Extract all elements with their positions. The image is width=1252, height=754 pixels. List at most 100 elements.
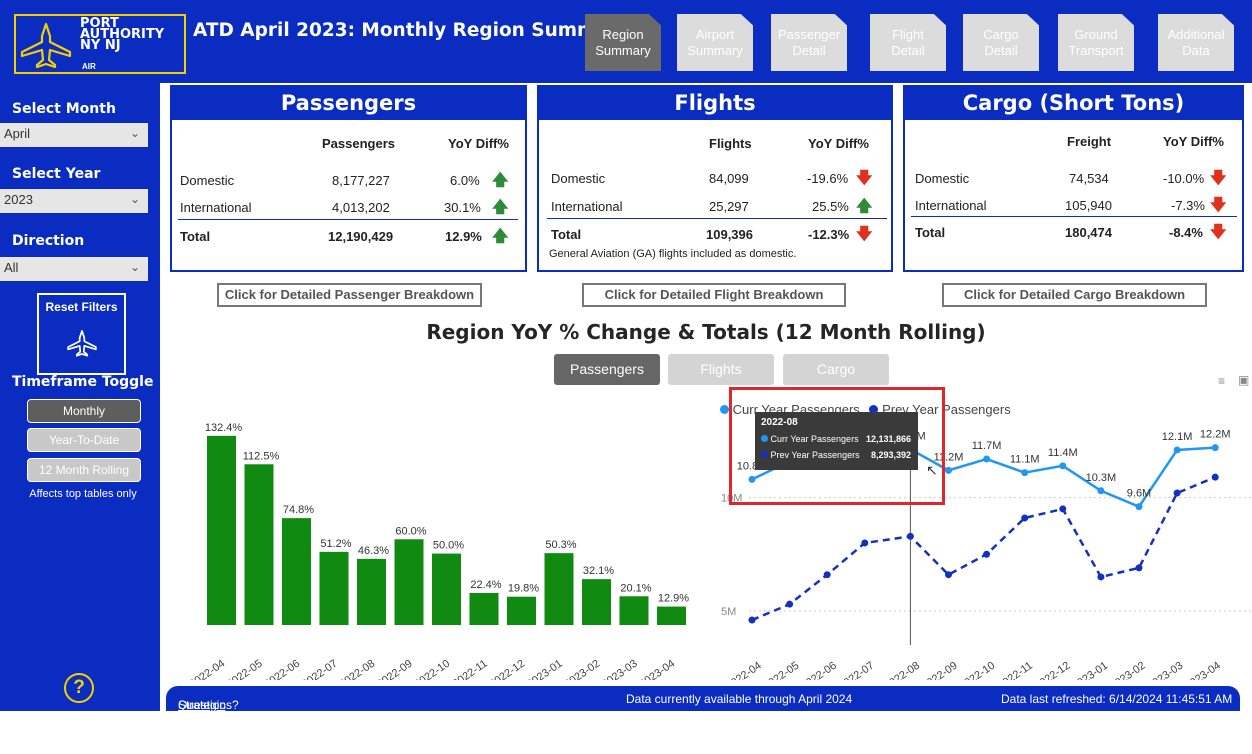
x-tick-label: 2022-05 [761, 660, 801, 680]
arrow-up-icon: 🡅 [492, 172, 509, 189]
x-tick-label: 2022-11 [996, 660, 1035, 680]
x-tick-label: 2023-04 [637, 658, 677, 680]
passengers-toggle[interactable]: Passengers [554, 354, 660, 385]
international-value: 105,940 [1065, 198, 1112, 213]
total-divider [911, 216, 1237, 217]
tab-label-line1: Cargo [983, 26, 1019, 42]
total-yoy: -12.3% [808, 227, 850, 242]
airplane-logo-icon [20, 22, 72, 68]
total-label: Total [551, 227, 582, 242]
bar [207, 435, 236, 625]
tab-label-line2: Transport [1068, 42, 1124, 58]
x-tick-label: 2022-04 [187, 658, 227, 680]
curr-year-point [945, 466, 952, 474]
x-tick-label: 2022-04 [724, 660, 764, 680]
x-tick-label: 2022-07 [300, 658, 340, 680]
bar-data-label: 60.0% [395, 525, 426, 537]
focus-mode-icon[interactable]: ▣ [1238, 373, 1249, 387]
total-value: 180,474 [1065, 225, 1112, 240]
domestic-label: Domestic [915, 171, 970, 186]
prev-year-point [786, 600, 794, 608]
point-data-label: 11.1M [1010, 454, 1040, 466]
bar-data-label: 19.8% [508, 583, 539, 595]
ga-note: General Aviation (GA) flights included a… [549, 248, 797, 260]
prev-year-point [1097, 573, 1105, 581]
curr-legend-marker [720, 405, 729, 414]
passenger-breakdown-button[interactable]: Click for Detailed Passenger Breakdown [217, 283, 482, 307]
help-icon[interactable]: ? [64, 673, 94, 703]
tab-passenger-detail[interactable]: Passenger Detail [771, 14, 847, 71]
direction-dropdown[interactable]: All ⌄ [0, 257, 148, 281]
x-tick-label: 2023-03 [600, 658, 640, 680]
timeframe-12month-button[interactable]: 12 Month Rolling [27, 458, 141, 482]
bar-data-label: 112.5% [243, 450, 280, 462]
x-tick-label: 2023-04 [1183, 660, 1223, 680]
x-tick-label: 2022-11 [450, 658, 489, 680]
bar-data-label: 51.2% [320, 538, 351, 550]
domestic-label: Domestic [180, 173, 235, 188]
tab-flight-detail[interactable]: Flight Detail [870, 14, 946, 71]
passengers-card: Passengers Passengers YoY Diff% Domestic… [170, 85, 527, 272]
arrow-down-icon: 🡇 [856, 226, 873, 243]
bar [507, 596, 536, 625]
prev-year-point [1211, 473, 1219, 481]
curr-year-point [1173, 446, 1181, 454]
curr-year-point [1021, 469, 1029, 477]
point-data-label: 12.2M [1200, 429, 1231, 441]
international-yoy: 25.5% [812, 199, 849, 214]
x-tick-label: 2023-01 [525, 658, 565, 680]
tab-label-line1: Flight [892, 26, 924, 42]
curr-year-point [983, 455, 991, 463]
year-dropdown[interactable]: 2023 ⌄ [0, 189, 148, 213]
prev-year-point [906, 532, 914, 540]
curr-year-point [1135, 503, 1143, 511]
prev-year-point [1135, 564, 1143, 572]
tab-additional-data[interactable]: Additional Data [1158, 14, 1234, 71]
flights-col-header: Flights [709, 136, 752, 151]
tab-ground-transport[interactable]: Ground Transport [1058, 14, 1134, 71]
x-tick-label: 2022-07 [837, 660, 877, 680]
passengers-card-title: Passengers [172, 87, 525, 120]
mouse-cursor-icon: ↖ [926, 462, 938, 478]
chevron-down-icon: ⌄ [129, 126, 140, 140]
contact-link[interactable]: Strategic Analysis & Forecasting Team [178, 698, 241, 754]
filter-icon[interactable]: ≡ [1218, 374, 1225, 388]
bar-data-label: 50.3% [545, 539, 576, 551]
domestic-yoy: -10.0% [1163, 171, 1205, 186]
direction-label: Direction [12, 233, 85, 249]
flight-breakdown-button[interactable]: Click for Detailed Flight Breakdown [582, 283, 846, 307]
bar [619, 596, 649, 625]
timeframe-note: Affects top tables only [29, 488, 137, 500]
prev-year-point [945, 571, 952, 579]
x-tick-label: 2022-10 [957, 660, 997, 680]
footer-availability: Data currently available through April 2… [626, 692, 853, 706]
tab-cargo-detail[interactable]: Cargo Detail [963, 14, 1039, 71]
total-divider [547, 218, 887, 219]
tab-region-summary[interactable]: Region Summary [585, 14, 661, 71]
flights-toggle[interactable]: Flights [668, 354, 774, 385]
tab-label-line2: Detail [792, 42, 826, 58]
prev-year-point [861, 539, 869, 547]
cargo-toggle[interactable]: Cargo [783, 354, 889, 385]
chevron-down-icon: ⌄ [129, 192, 140, 206]
total-label: Total [180, 229, 211, 244]
bar-data-label: 32.1% [583, 565, 614, 577]
tab-airport-summary[interactable]: Airport Summary [677, 14, 753, 71]
timeframe-ytd-button[interactable]: Year-To-Date [27, 428, 141, 452]
x-tick-label: 2023-01 [1070, 660, 1110, 680]
x-tick-label: 2022-08 [882, 660, 922, 680]
arrow-down-icon: 🡇 [1210, 170, 1227, 187]
month-value: April [4, 126, 31, 141]
total-divider [178, 219, 518, 220]
x-tick-label: 2022-06 [799, 660, 839, 680]
cargo-breakdown-button[interactable]: Click for Detailed Cargo Breakdown [942, 283, 1207, 307]
total-label: Total [915, 225, 946, 240]
timeframe-monthly-button[interactable]: Monthly [27, 399, 141, 423]
point-data-label: 11.7M [972, 440, 1002, 452]
timeframe-toggle-label: Timeframe Toggle [12, 374, 154, 390]
domestic-value: 84,099 [709, 171, 749, 186]
arrow-down-icon: 🡇 [1210, 224, 1227, 241]
section-title: Region YoY % Change & Totals (12 Month R… [426, 320, 986, 344]
month-dropdown[interactable]: April ⌄ [0, 123, 148, 147]
international-label: International [551, 199, 623, 214]
